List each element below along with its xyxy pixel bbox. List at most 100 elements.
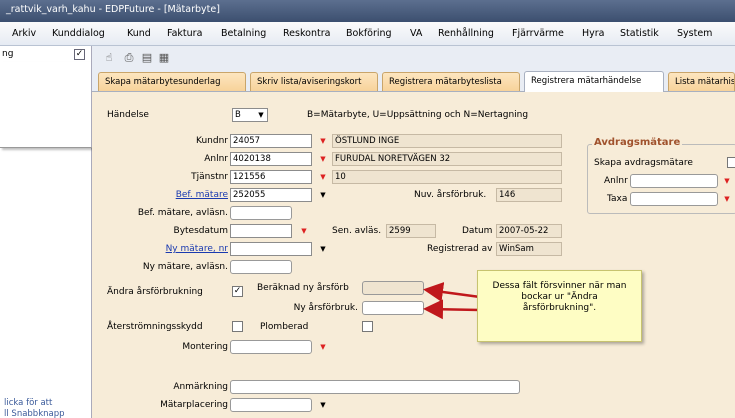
bytesdatum-input[interactable] (230, 224, 292, 238)
sidebar-item[interactable]: ng ✓ (0, 48, 88, 62)
handelse-hint: B=Mätarbyte, U=Uppsättning och N=Nertagn… (307, 110, 529, 120)
beraknad-field (362, 281, 424, 295)
bef-matare-link[interactable]: Bef. mätare (132, 190, 228, 200)
kundnr-label: Kundnr (196, 136, 228, 146)
ny-matare-link[interactable]: Ny mätare, nr (132, 244, 228, 254)
montering-dropdown-icon[interactable]: ▼ (316, 340, 330, 354)
tab-lista-matarhistorik[interactable]: Lista mätarhis (668, 72, 735, 91)
form-panel: Händelse B ▼ B=Mätarbyte, U=Uppsättning … (92, 92, 735, 418)
bytesdatum-dropdown-icon[interactable]: ▼ (297, 224, 311, 238)
handelse-value: B (235, 110, 241, 120)
registrerad-av-field: WinSam (496, 242, 562, 256)
bytesdatum-label: Bytesdatum (173, 226, 228, 236)
avdragsmatare-title: Avdragsmätare (592, 137, 683, 148)
handelse-label: Händelse (107, 110, 149, 120)
sen-avlas-label: Sen. avläs. (332, 226, 382, 236)
aterstromning-checkbox[interactable] (232, 321, 243, 332)
menu-bokforing[interactable]: Bokföring (346, 28, 392, 39)
datum-field: 2007-05-22 (496, 224, 562, 238)
kundnr-dropdown-icon[interactable]: ▼ (316, 134, 330, 148)
bef-matare-input[interactable]: 252055 (230, 188, 312, 202)
tab-registrera-matarhandelse[interactable]: Registrera mätarhändelse (524, 71, 664, 92)
anlnr-input[interactable]: 4020138 (230, 152, 312, 166)
montering-label: Montering (182, 342, 228, 352)
callout-text: Dessa fält försvinner när man bockar ur … (492, 281, 627, 313)
anmarkning-input[interactable] (230, 380, 520, 394)
menu-fjarrvarme[interactable]: Fjärrvärme (512, 28, 564, 39)
sidebar: ng ✓ licka för att ll Snabbknapp (0, 46, 112, 418)
menu-kund[interactable]: Kund (127, 28, 151, 39)
matarplacering-dropdown-icon[interactable]: ▼ (316, 398, 330, 412)
avdrag-anlnr-input[interactable] (630, 174, 718, 188)
hand-pointer-icon[interactable]: ☝ (102, 51, 116, 65)
matarplacering-input[interactable] (230, 398, 312, 412)
datum-label: Datum (462, 226, 493, 236)
montering-input[interactable] (230, 340, 312, 354)
ny-avlasn-label: Ny mätare, avläsn. (142, 262, 228, 272)
aterstromning-label: Återströmningsskydd (107, 322, 203, 332)
annotation-callout: Dessa fält försvinner när man bockar ur … (477, 270, 642, 342)
ny-matare-dropdown-icon[interactable]: ▼ (316, 242, 330, 256)
ny-arsforbruk-input[interactable] (362, 301, 424, 315)
nuv-arsforbruk-field: 146 (496, 188, 562, 202)
matarplacering-label: Mätarplacering (160, 400, 228, 410)
anlnr-label: Anlnr (204, 154, 228, 164)
andra-arsforbrukning-label: Ändra årsförbrukning (107, 287, 203, 297)
kundnamn-field: ÖSTLUND INGE (332, 134, 562, 148)
sen-avlas-field: 2599 (386, 224, 436, 238)
anladress-field: FURUDAL NORETVÄGEN 32 (332, 152, 562, 166)
kundnr-input[interactable]: 24057 (230, 134, 312, 148)
tjanstnr-dropdown-icon[interactable]: ▼ (316, 170, 330, 184)
tab-registrera-matarbyteslista[interactable]: Registrera mätarbyteslista (382, 72, 520, 91)
bef-matare-dropdown-icon[interactable]: ▼ (316, 188, 330, 202)
avdrag-anlnr-label: Anlnr (604, 176, 628, 186)
tab-skapa-matarbytesunderlag[interactable]: Skapa mätarbytesunderlag (98, 72, 246, 91)
menu-faktura[interactable]: Faktura (167, 28, 202, 39)
menu-hyra[interactable]: Hyra (582, 28, 605, 39)
ny-matare-input[interactable] (230, 242, 312, 256)
nuv-arsforbruk-label: Nuv. årsförbruk. (414, 190, 487, 200)
menu-system[interactable]: System (677, 28, 712, 39)
bef-avlasn-label: Bef. mätare, avläsn. (137, 208, 228, 218)
skapa-avdragsmatare-checkbox[interactable] (727, 157, 735, 168)
tab-strip: Skapa mätarbytesunderlag Skriv lista/avi… (92, 70, 735, 92)
anmarkning-label: Anmärkning (173, 382, 228, 392)
ny-avlasn-input[interactable] (230, 260, 292, 274)
tjanstnr-input[interactable]: 121556 (230, 170, 312, 184)
tjanst-field: 10 (332, 170, 562, 184)
registrerad-av-label: Registrerad av (427, 244, 493, 254)
sidebar-item-checkbox[interactable]: ✓ (74, 49, 85, 60)
chevron-down-icon[interactable]: ▼ (254, 108, 268, 122)
tab-skriv-lista[interactable]: Skriv lista/aviseringskort (250, 72, 378, 91)
plomberad-checkbox[interactable] (362, 321, 373, 332)
anlnr-dropdown-icon[interactable]: ▼ (316, 152, 330, 166)
plomberad-label: Plomberad (260, 322, 309, 332)
menu-statistik[interactable]: Statistik (620, 28, 659, 39)
avdrag-taxa-input[interactable] (630, 192, 718, 206)
window-titlebar: _rattvik_varh_kahu - EDPFuture - [Mätarb… (0, 0, 735, 22)
document-dropdown-icon[interactable]: ▦ (157, 51, 171, 65)
menu-reskontra[interactable]: Reskontra (283, 28, 330, 39)
sidebar-item-label: ng (2, 49, 14, 59)
menu-betalning[interactable]: Betalning (221, 28, 266, 39)
preview-icon[interactable]: ▤ (140, 51, 154, 65)
avdrag-anlnr-dropdown-icon[interactable]: ▼ (720, 174, 734, 188)
sidebar-footer-line1[interactable]: licka för att (4, 398, 52, 408)
menu-bar: Arkiv Kunddialog Kund Faktura Betalning … (0, 22, 735, 46)
menu-va[interactable]: VA (410, 28, 422, 39)
skapa-avdragsmatare-label: Skapa avdragsmätare (594, 158, 693, 168)
menu-arkiv[interactable]: Arkiv (12, 28, 36, 39)
bef-avlasn-input[interactable] (230, 206, 292, 220)
andra-arsforbrukning-checkbox[interactable]: ✓ (232, 286, 243, 297)
tjanstnr-label: Tjänstnr (191, 172, 228, 182)
menu-renhallning[interactable]: Renhållning (438, 28, 494, 39)
beraknad-label: Beräknad ny årsförb (257, 283, 349, 293)
window-title: _rattvik_varh_kahu - EDPFuture - [Mätarb… (6, 4, 220, 15)
menu-kunddialog[interactable]: Kunddialog (52, 28, 105, 39)
toolbar: ☝ ⎙ ▤ ▦ (92, 46, 735, 70)
avdrag-taxa-label: Taxa (607, 194, 628, 204)
sidebar-footer-line2[interactable]: ll Snabbknapp (4, 409, 65, 418)
avdrag-taxa-dropdown-icon[interactable]: ▼ (720, 192, 734, 206)
print-icon[interactable]: ⎙ (122, 51, 136, 65)
ny-arsforbruk-label: Ny årsförbruk. (293, 303, 358, 313)
